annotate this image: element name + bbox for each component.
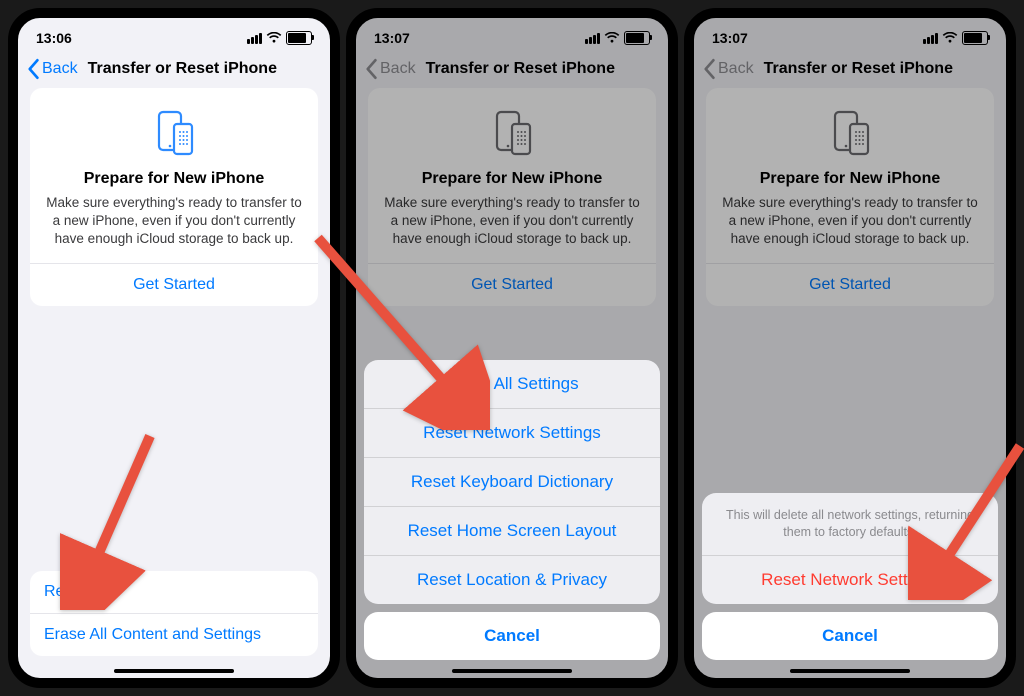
home-indicator[interactable] [790, 669, 910, 673]
hero-text: Make sure everything's ready to transfer… [46, 194, 302, 263]
prepare-card: Prepare for New iPhone Make sure everyth… [706, 88, 994, 306]
reset-keyboard-dictionary-option[interactable]: Reset Keyboard Dictionary [364, 457, 660, 506]
erase-all-row[interactable]: Erase All Content and Settings [30, 613, 318, 656]
hero-title: Prepare for New iPhone [384, 170, 640, 188]
clock: 13:07 [374, 30, 410, 46]
screen-3: 13:07 Back Transfer or Reset iPhone Prep… [684, 8, 1016, 688]
confirm-action-sheet: This will delete all network settings, r… [702, 493, 998, 660]
cellular-icon [923, 33, 938, 44]
home-indicator[interactable] [452, 669, 572, 673]
transfer-devices-icon [46, 106, 302, 162]
wifi-icon [266, 32, 282, 44]
nav-bar: Back Transfer or Reset iPhone [694, 52, 1006, 88]
hero-text: Make sure everything's ready to transfer… [722, 194, 978, 263]
screen-2: 13:07 Back Transfer or Reset iPhone Prep… [346, 8, 678, 688]
battery-icon [624, 31, 650, 45]
back-label: Back [42, 60, 78, 78]
nav-bar: Back Transfer or Reset iPhone [18, 52, 330, 88]
prepare-card: Prepare for New iPhone Make sure everyth… [368, 88, 656, 306]
back-button[interactable]: Back [702, 58, 754, 80]
battery-icon [286, 31, 312, 45]
back-button[interactable]: Back [364, 58, 416, 80]
get-started-button[interactable]: Get Started [706, 264, 994, 306]
cancel-button[interactable]: Cancel [364, 612, 660, 660]
reset-location-privacy-option[interactable]: Reset Location & Privacy [364, 555, 660, 604]
status-bar: 13:06 [18, 18, 330, 52]
page-title: Transfer or Reset iPhone [88, 60, 277, 78]
status-bar: 13:07 [356, 18, 668, 52]
screen-1: 13:06 Back Transfer or Reset iPhone Prep… [8, 8, 340, 688]
chevron-left-icon [702, 58, 716, 80]
battery-icon [962, 31, 988, 45]
reset-action-sheet: Reset All Settings Reset Network Setting… [364, 360, 660, 660]
reset-home-screen-option[interactable]: Reset Home Screen Layout [364, 506, 660, 555]
hero-text: Make sure everything's ready to transfer… [384, 194, 640, 263]
back-label: Back [380, 60, 416, 78]
clock: 13:06 [36, 30, 72, 46]
home-indicator[interactable] [114, 669, 234, 673]
cellular-icon [585, 33, 600, 44]
get-started-button[interactable]: Get Started [368, 264, 656, 306]
reset-network-settings-confirm[interactable]: Reset Network Settings [702, 555, 998, 604]
page-title: Transfer or Reset iPhone [764, 60, 953, 78]
transfer-devices-icon [722, 106, 978, 162]
status-bar: 13:07 [694, 18, 1006, 52]
wifi-icon [942, 32, 958, 44]
chevron-left-icon [26, 58, 40, 80]
reset-row[interactable]: Reset [30, 571, 318, 613]
reset-all-settings-option[interactable]: Reset All Settings [364, 360, 660, 408]
get-started-button[interactable]: Get Started [30, 264, 318, 306]
hero-title: Prepare for New iPhone [46, 170, 302, 188]
bottom-options: Reset Erase All Content and Settings [30, 571, 318, 656]
nav-bar: Back Transfer or Reset iPhone [356, 52, 668, 88]
reset-network-settings-option[interactable]: Reset Network Settings [364, 408, 660, 457]
cancel-button[interactable]: Cancel [702, 612, 998, 660]
confirm-message: This will delete all network settings, r… [702, 493, 998, 555]
hero-title: Prepare for New iPhone [722, 170, 978, 188]
back-label: Back [718, 60, 754, 78]
wifi-icon [604, 32, 620, 44]
page-title: Transfer or Reset iPhone [426, 60, 615, 78]
transfer-devices-icon [384, 106, 640, 162]
cellular-icon [247, 33, 262, 44]
chevron-left-icon [364, 58, 378, 80]
back-button[interactable]: Back [26, 58, 78, 80]
prepare-card: Prepare for New iPhone Make sure everyth… [30, 88, 318, 306]
clock: 13:07 [712, 30, 748, 46]
